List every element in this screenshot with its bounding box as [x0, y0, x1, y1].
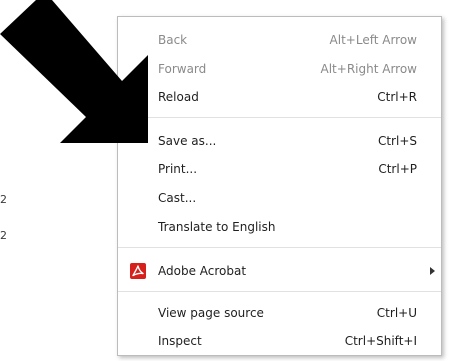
annotation-arrow-icon [0, 0, 148, 143]
